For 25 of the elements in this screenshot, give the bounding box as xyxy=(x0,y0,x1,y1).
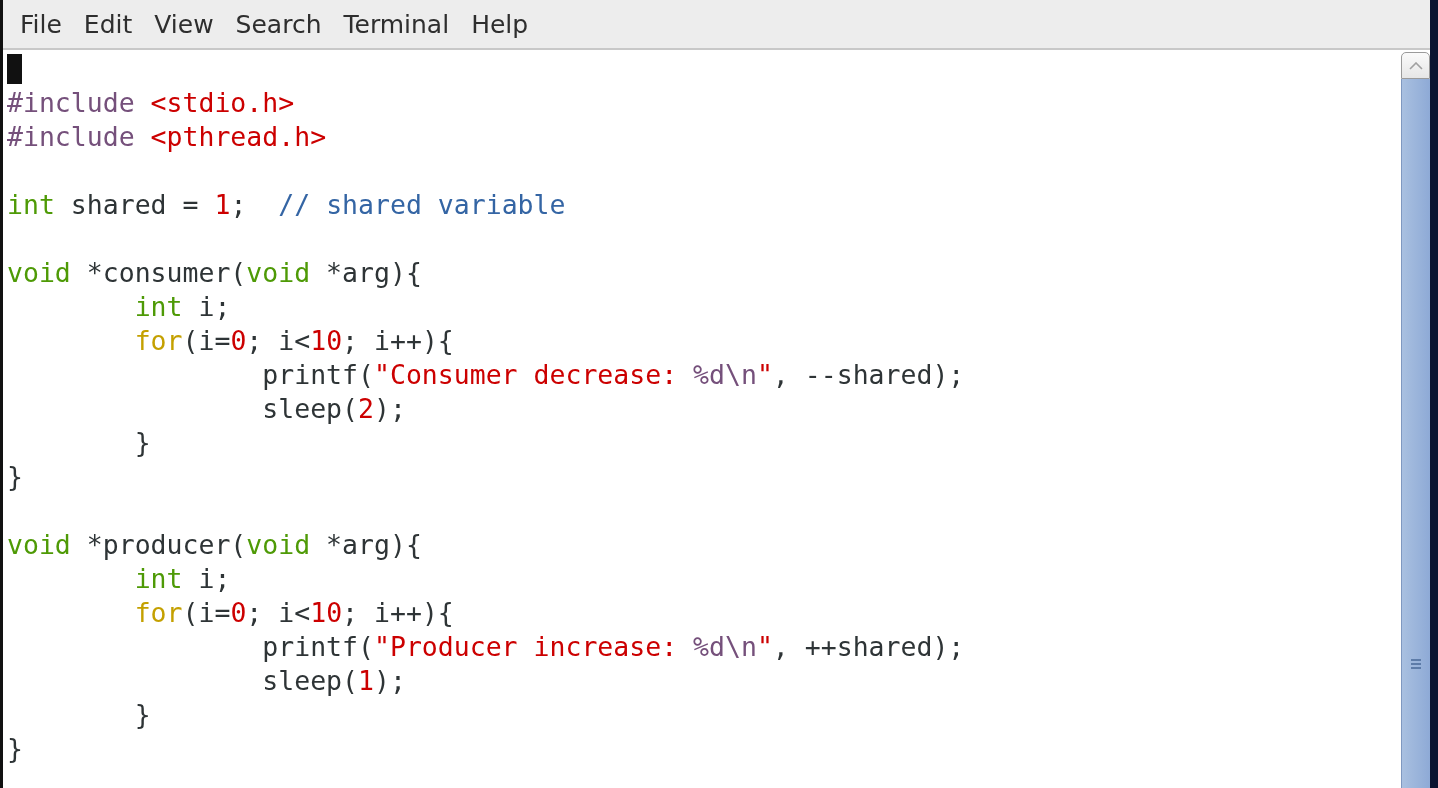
code-line: printf("Consumer decrease: %d\n", --shared); xyxy=(261,358,966,392)
code-line: void *producer(void *arg){ xyxy=(6,528,423,562)
code-line: printf("Producer increase: %d\n", ++shared); xyxy=(261,630,966,664)
code-line: for(i=0; i<10; i++){ xyxy=(133,324,455,358)
code-line: int shared = 1; // shared variable xyxy=(6,188,567,222)
menu-item[interactable]: Search xyxy=(224,5,333,43)
code-line: sleep(2); xyxy=(261,392,407,426)
code-line: for(i=0; i<10; i++){ xyxy=(133,596,455,630)
code-line: } xyxy=(133,698,152,732)
menu-item[interactable]: View xyxy=(143,5,225,43)
code-line: sleep(1); xyxy=(261,664,407,698)
menu-item[interactable]: Help xyxy=(460,5,540,43)
menu-item[interactable]: File xyxy=(9,5,73,43)
code-line: int i; xyxy=(133,290,232,324)
menu-item[interactable]: Edit xyxy=(72,5,144,43)
grip-icon xyxy=(1410,657,1422,670)
menu-item[interactable]: Terminal xyxy=(332,5,461,43)
code-line: int i; xyxy=(133,562,232,596)
code-line: void *consumer(void *arg){ xyxy=(6,256,423,290)
code-line: #include <pthread.h> xyxy=(6,120,328,154)
code-line: } xyxy=(6,460,24,494)
code-line: } xyxy=(6,732,24,766)
code-line: #include <stdio.h> xyxy=(6,86,296,120)
scroll-up-button[interactable] xyxy=(1401,52,1430,79)
code-line: } xyxy=(133,426,152,460)
